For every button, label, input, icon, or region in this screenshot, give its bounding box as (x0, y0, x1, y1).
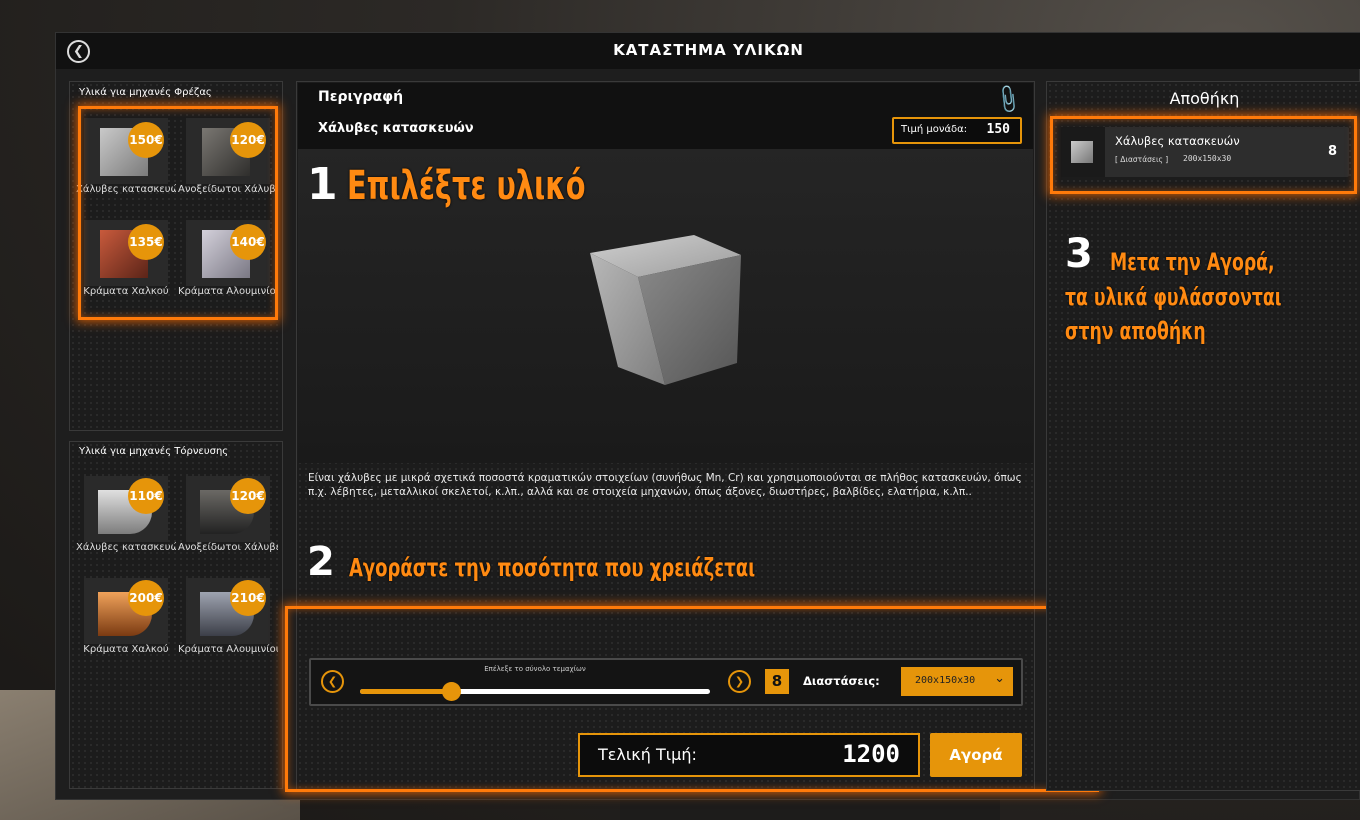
window-title: ΚΑΤΑΣΤΗΜΑ ΥΛΙΚΩΝ (613, 41, 804, 59)
product-description: Είναι χάλυβες με μικρά σχετικά ποσοστά κ… (308, 472, 1022, 498)
step3-line2: τα υλικά φυλάσσονται (1065, 283, 1282, 311)
unit-price-value: 150 (986, 122, 1010, 137)
milling-heading: Υλικά για μηχανές Φρέζας (79, 87, 212, 98)
unit-price-label: Τιμή μονάδα: (901, 124, 968, 135)
turning-heading: Υλικά για μηχανές Τόρνευσης (79, 446, 229, 457)
step1-text: Επιλέξτε υλικό (347, 163, 586, 209)
turning-item-aluminium-alloy[interactable]: 210€ Κράματα Αλουμινίου (178, 578, 278, 664)
turning-item-stainless-steel[interactable]: 120€ Ανοξείδωτοι Χάλυβες (178, 476, 278, 562)
turning-item-copper-alloy[interactable]: 200€ Κράματα Χαλκού (83, 578, 169, 664)
step3-number: 3 (1065, 231, 1093, 277)
step2-highlight-box (285, 606, 1099, 792)
item-label: Ανοξείδωτοι Χάλυβες (178, 542, 278, 553)
description-label: Περιγραφή (318, 89, 404, 105)
step1-number: 1 (307, 159, 338, 210)
step3-highlight-box (1050, 116, 1357, 194)
turning-item-structural-steel[interactable]: 110€ Χάλυβες κατασκευών (76, 476, 176, 562)
back-button[interactable]: ❮ (67, 40, 90, 63)
paperclip-icon[interactable]: 📎 (991, 82, 1025, 116)
item-label: Κράματα Αλουμινίου (178, 644, 278, 655)
storage-title: Αποθήκη (1169, 89, 1240, 108)
description-header: Περιγραφή Χάλυβες κατασκευών 📎 Τιμή μονά… (298, 82, 1033, 149)
materials-shop-window: ΚΑΤΑΣΤΗΜΑ ΥΛΙΚΩΝ ❮ Υλικά για μηχανές Φρέ… (55, 32, 1360, 800)
item-label: Χάλυβες κατασκευών (76, 542, 176, 553)
item-label: Κράματα Χαλκού (83, 644, 169, 655)
step2-text: Αγοράστε την ποσότητα που χρειάζεται (349, 553, 756, 582)
chevron-left-icon: ❮ (73, 44, 84, 59)
price-badge: 200€ (128, 580, 164, 616)
price-badge: 120€ (230, 478, 266, 514)
unit-price-box: Τιμή μονάδα: 150 (892, 117, 1022, 144)
step2-number: 2 (307, 539, 335, 585)
step3-line3: στην αποθήκη (1065, 317, 1206, 345)
product-name: Χάλυβες κατασκευών (318, 121, 474, 136)
step1-highlight-box (78, 106, 278, 320)
title-bar: ΚΑΤΑΣΤΗΜΑ ΥΛΙΚΩΝ ❮ (56, 33, 1360, 69)
price-badge: 210€ (230, 580, 266, 616)
step3-line1: Μετα την Αγορά, (1110, 248, 1275, 276)
price-badge: 110€ (128, 478, 164, 514)
